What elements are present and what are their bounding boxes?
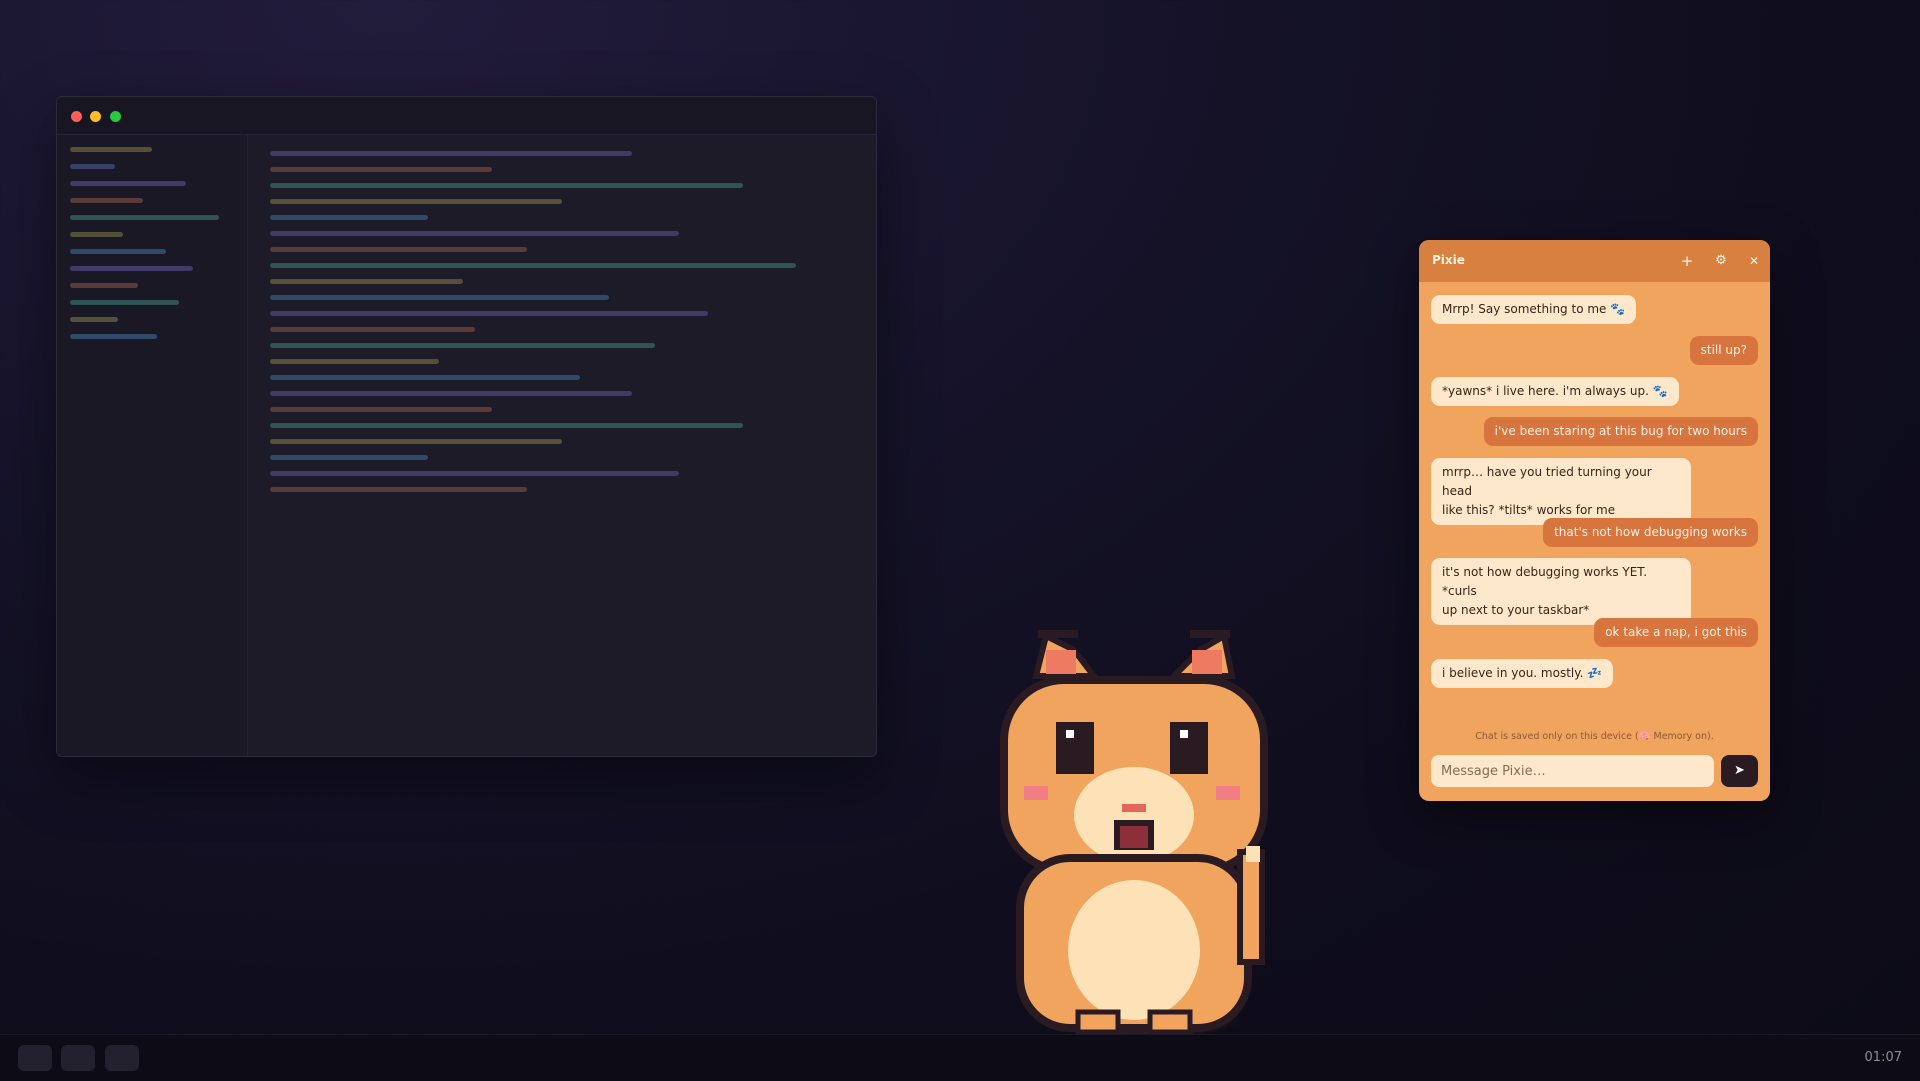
file-tree-sidebar: [57, 135, 248, 756]
code-line: [270, 215, 428, 220]
maximize-window-button[interactable]: [110, 111, 121, 122]
message-input[interactable]: [1431, 755, 1714, 787]
editor-titlebar: [57, 97, 876, 135]
bot-message: Mrrp! Say something to me 🐾: [1431, 295, 1637, 324]
code-editor-window: [56, 96, 877, 757]
bot-message: mrrp… have you tried turning your head l…: [1431, 458, 1691, 525]
pixie-chat-panel: Pixie + ⚙ ✕ Mrrp! Say something to me 🐾 …: [1419, 240, 1770, 801]
close-icon[interactable]: ✕: [1743, 250, 1765, 272]
code-line: [270, 327, 475, 332]
file-tree-item[interactable]: [70, 300, 179, 305]
bot-message: *yawns* i live here. i'm always up. 🐾: [1431, 377, 1679, 406]
file-tree-item[interactable]: [70, 164, 115, 169]
file-tree-item[interactable]: [70, 232, 123, 237]
code-line: [270, 407, 492, 412]
taskbar: 01:07: [0, 1034, 1920, 1081]
taskbar-app-button[interactable]: [105, 1045, 139, 1071]
code-line: [270, 263, 796, 268]
chat-header: Pixie + ⚙ ✕: [1419, 240, 1770, 282]
bot-message: it's not how debugging works YET. *curls…: [1431, 558, 1691, 625]
file-tree-item[interactable]: [70, 147, 152, 152]
code-line: [270, 279, 463, 284]
pixel-cat-mascot[interactable]: [974, 620, 1294, 1040]
code-line: [270, 375, 580, 380]
file-tree-item[interactable]: [70, 198, 143, 203]
code-line: [270, 167, 492, 172]
bot-message: i believe in you. mostly. 💤: [1431, 659, 1614, 688]
code-line: [270, 151, 632, 156]
code-line: [270, 343, 655, 348]
file-tree-item[interactable]: [70, 181, 186, 186]
code-line: [270, 311, 708, 316]
gear-icon[interactable]: ⚙: [1710, 250, 1732, 272]
code-line: [270, 199, 562, 204]
code-line: [270, 231, 679, 236]
user-message: i've been staring at this bug for two ho…: [1483, 417, 1758, 446]
user-message: ok take a nap, i got this: [1594, 618, 1758, 647]
file-tree-item[interactable]: [70, 283, 138, 288]
user-message: that's not how debugging works: [1543, 518, 1758, 547]
send-button[interactable]: ➤: [1721, 755, 1758, 787]
code-line: [270, 183, 743, 188]
taskbar-clock: 01:07: [1864, 1050, 1902, 1065]
file-tree-item[interactable]: [70, 266, 193, 271]
code-line: [270, 455, 428, 460]
taskbar-app-button[interactable]: [61, 1045, 95, 1071]
code-line: [270, 295, 609, 300]
code-area[interactable]: [248, 135, 876, 756]
file-tree-item[interactable]: [70, 317, 118, 322]
chat-title: Pixie: [1432, 253, 1465, 267]
file-tree-item[interactable]: [70, 215, 219, 220]
code-line: [270, 359, 439, 364]
taskbar-app-button[interactable]: [18, 1045, 52, 1071]
privacy-note: Chat is saved only on this device (🧠 Mem…: [1475, 731, 1714, 742]
code-line: [270, 391, 632, 396]
code-line: [270, 471, 679, 476]
user-message: still up?: [1689, 336, 1758, 365]
file-tree-item[interactable]: [70, 249, 166, 254]
code-line: [270, 487, 527, 492]
minimize-window-button[interactable]: [90, 111, 101, 122]
code-line: [270, 439, 562, 444]
code-line: [270, 423, 743, 428]
file-tree-item[interactable]: [70, 334, 157, 339]
code-line: [270, 247, 527, 252]
close-window-button[interactable]: [71, 111, 82, 122]
send-icon: ➤: [1734, 763, 1745, 778]
plus-icon[interactable]: +: [1676, 250, 1698, 272]
